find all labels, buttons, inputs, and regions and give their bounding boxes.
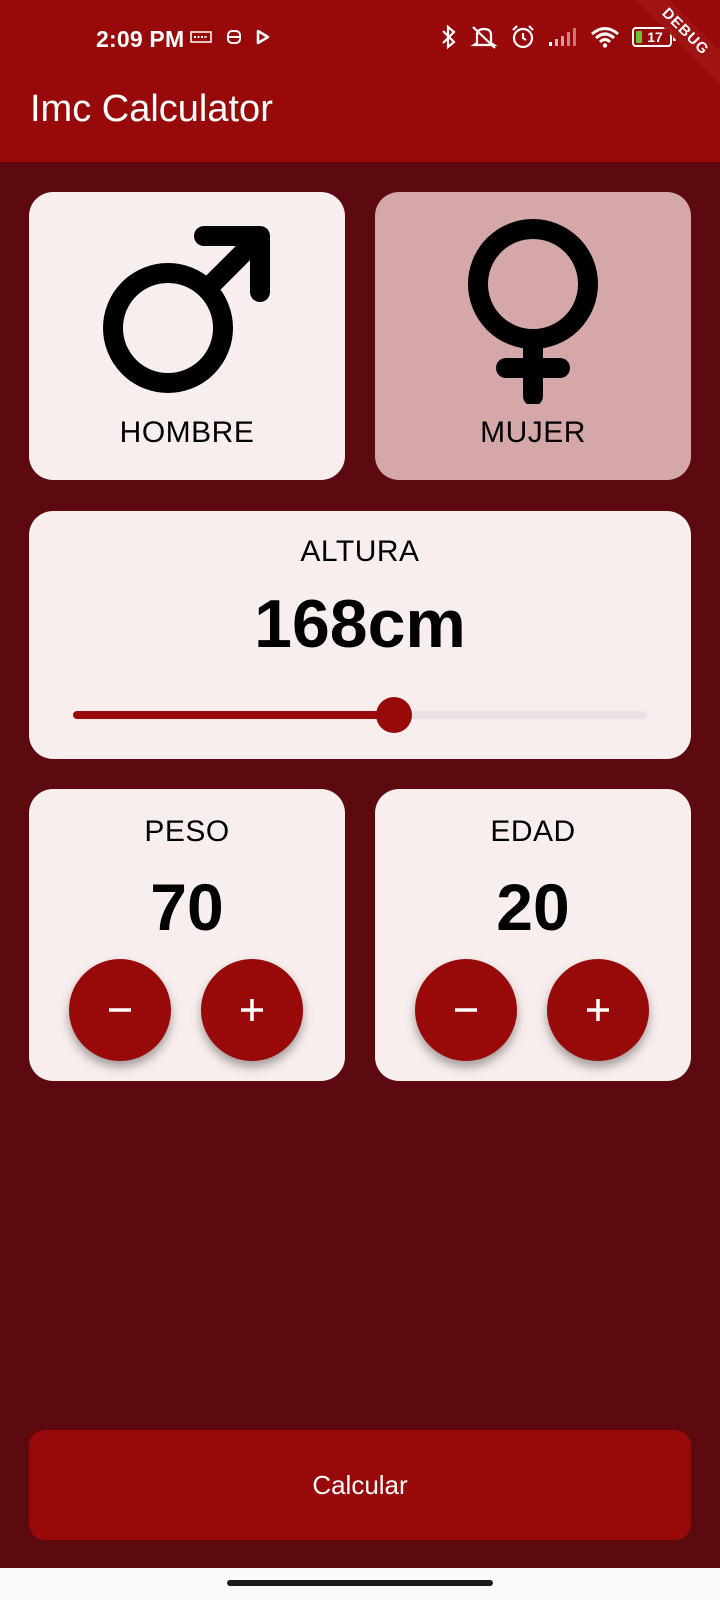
play-icon: [256, 29, 270, 45]
status-left-icons: [190, 28, 270, 46]
weight-decrease-button[interactable]: [69, 959, 171, 1061]
age-decrease-button[interactable]: [415, 959, 517, 1061]
plus-icon: [587, 999, 609, 1021]
status-bar: 2:09 PM 17: [0, 0, 720, 82]
status-right-icons: 17: [440, 24, 676, 50]
weight-value: 70: [150, 870, 224, 944]
male-label: HOMBRE: [119, 416, 255, 449]
battery-level: 17: [647, 29, 663, 45]
robot-icon: [226, 28, 242, 46]
height-slider[interactable]: [73, 697, 647, 733]
height-value: 168cm: [254, 586, 466, 662]
female-icon: [438, 214, 628, 409]
weight-label: PESO: [144, 815, 230, 848]
calculate-button[interactable]: Calcular: [29, 1430, 691, 1540]
height-slider-thumb[interactable]: [376, 697, 413, 733]
minus-icon: [109, 1008, 131, 1012]
wifi-icon: [590, 26, 620, 48]
navigation-bar: [0, 1568, 720, 1600]
status-time: 2:09 PM: [96, 26, 185, 52]
weight-increase-button[interactable]: [201, 959, 303, 1061]
gender-card-male[interactable]: HOMBRE: [29, 192, 345, 480]
female-label: MUJER: [480, 416, 586, 449]
app-title: Imc Calculator: [30, 88, 273, 130]
height-card: ALTURA 168cm: [29, 511, 691, 759]
weight-card: PESO 70: [29, 789, 345, 1081]
height-label: ALTURA: [300, 535, 420, 568]
minus-icon: [455, 1008, 477, 1012]
mute-icon: [470, 24, 498, 50]
keyboard-icon: [190, 31, 212, 43]
age-value: 20: [496, 870, 570, 944]
plus-icon: [241, 999, 263, 1021]
gender-card-female[interactable]: MUJER: [375, 192, 691, 480]
signal-icon: [548, 27, 578, 47]
alarm-icon: [510, 24, 536, 50]
height-slider-fill: [73, 711, 395, 719]
home-gesture-handle[interactable]: [227, 1580, 493, 1586]
male-icon: [92, 214, 282, 409]
age-card: EDAD 20: [375, 789, 691, 1081]
app-bar: Imc Calculator: [0, 82, 720, 162]
age-increase-button[interactable]: [547, 959, 649, 1061]
age-label: EDAD: [490, 815, 576, 848]
bluetooth-icon: [440, 24, 458, 50]
